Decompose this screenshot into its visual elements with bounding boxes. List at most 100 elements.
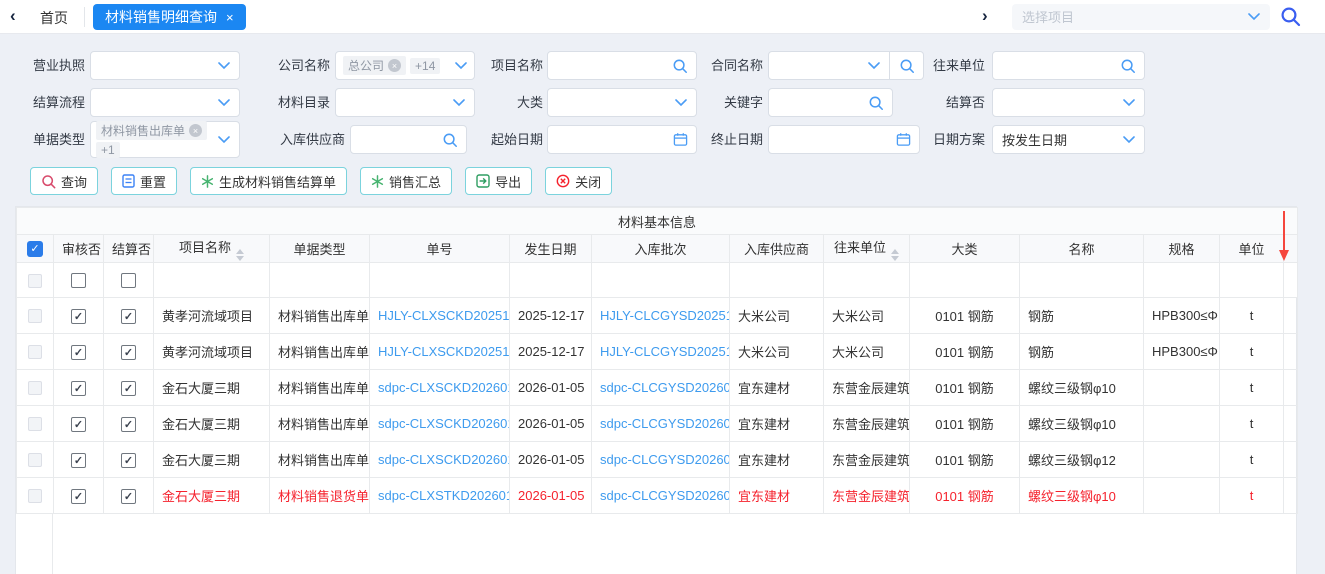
audited-checkbox[interactable]: ✓ [71,488,86,504]
audited-checkbox[interactable]: ✓ [71,344,86,360]
end-date-input[interactable] [768,125,920,154]
date-scheme-select[interactable]: 按发生日期 [992,125,1145,154]
cell-supplier: 宜东建材 [729,441,824,478]
tab-material-sales-query[interactable]: 材料销售明细查询 × [93,4,246,30]
select-all-checkbox[interactable]: ✓ [27,240,43,257]
close-button[interactable]: 关闭 [545,167,613,195]
export-label: 导出 [495,174,522,190]
row-checkbox[interactable] [28,381,42,396]
batch-link[interactable]: sdpc-CLCGYSD202601 [600,380,729,395]
search-icon[interactable] [1280,6,1301,30]
cell-project: 金石大厦三期 [153,405,270,442]
inbound-supplier-input[interactable] [350,125,467,154]
cell-unit: t [1219,441,1284,478]
project-select[interactable] [1012,4,1270,30]
audited-checkbox[interactable]: ✓ [71,380,86,396]
export-button[interactable]: 导出 [465,167,533,195]
generate-settlement-button[interactable]: 生成材料销售结算单 [190,167,348,195]
asterisk-icon [201,174,214,188]
company-name-multiselect[interactable]: 总公司 × +14 [335,51,475,80]
date-scheme-label: 日期方案 [932,132,985,147]
business-license-select[interactable] [90,51,240,80]
col-counterparty[interactable]: 往来单位 [823,234,910,263]
row-checkbox[interactable] [28,417,42,432]
audited-filter-checkbox[interactable] [71,273,86,289]
material-catalog-select[interactable] [335,88,475,117]
doc-no-link[interactable]: sdpc-CLXSCKD202601 [378,380,509,395]
search-icon[interactable] [868,95,884,111]
settled-checkbox[interactable]: ✓ [121,488,136,504]
sales-summary-button[interactable]: 销售汇总 [360,167,453,195]
cell-unit: t [1219,477,1284,514]
project-name-input[interactable] [547,51,697,80]
counterparty-field[interactable] [1001,58,1120,73]
doc-no-link[interactable]: sdpc-CLXSCKD202601 [378,416,509,431]
tab-home[interactable]: 首页 [40,8,68,28]
check-icon: ✓ [73,346,84,359]
settled-checkbox[interactable]: ✓ [121,308,136,324]
row-checkbox[interactable] [28,453,42,468]
cell-project: 黄孝河流域项目 [153,333,270,370]
sort-icon[interactable] [891,248,899,261]
settled-checkbox[interactable]: ✓ [121,344,136,360]
cell-date: 2025-12-17 [509,297,592,334]
reset-button[interactable]: 重置 [111,167,178,195]
cell-category: 0101 钢筋 [909,297,1020,334]
forward-chevron-icon[interactable]: › [982,6,988,26]
audited-checkbox[interactable]: ✓ [71,308,86,324]
scroll-indicator-arrow-icon [1279,211,1289,261]
sort-icon[interactable] [236,248,244,261]
keyword-field[interactable] [777,95,868,110]
back-chevron-icon[interactable]: ‹ [10,6,16,26]
col-project[interactable]: 项目名称 [153,234,270,263]
check-icon: ✓ [123,490,134,503]
row-checkbox[interactable] [28,309,42,324]
major-category-select[interactable] [547,88,697,117]
settlement-flow-select[interactable] [90,88,240,117]
cell-date: 2026-01-05 [509,405,592,442]
row-checkbox[interactable] [28,345,42,360]
settled-checkbox[interactable]: ✓ [121,416,136,432]
audited-checkbox[interactable]: ✓ [71,416,86,432]
doc-no-link[interactable]: sdpc-CLXSTKD202601 [378,488,509,503]
audited-checkbox[interactable]: ✓ [71,452,86,468]
query-button[interactable]: 查询 [30,167,99,195]
batch-link[interactable]: HJLY-CLCGYSD202512 [600,308,729,323]
col-supplier: 入库供应商 [729,234,824,263]
settled-select[interactable] [992,88,1145,117]
counterparty-input[interactable] [992,51,1145,80]
inbound-supplier-field[interactable] [359,132,442,147]
row-checkbox[interactable] [28,489,42,504]
doc-no-link[interactable]: HJLY-CLXSCKD202512 [378,344,509,359]
keyword-input[interactable] [768,88,893,117]
end-date-field[interactable] [777,132,896,147]
batch-link[interactable]: HJLY-CLCGYSD202512 [600,344,729,359]
project-name-field[interactable] [556,58,672,73]
settled-filter-checkbox[interactable] [121,273,136,289]
cell-date: 2025-12-17 [509,333,592,370]
tab-close-icon[interactable]: × [226,10,234,25]
settled-checkbox[interactable]: ✓ [121,452,136,468]
doc-type-label: 单据类型 [32,132,85,147]
doc-no-link[interactable]: sdpc-CLXSCKD202601 [378,452,509,467]
batch-link[interactable]: sdpc-CLCGYSD202601 [600,452,729,467]
search-icon[interactable] [442,132,458,148]
check-icon: ✓ [73,454,84,467]
start-date-field[interactable] [556,132,673,147]
start-date-input[interactable] [547,125,697,154]
row-checkbox[interactable] [28,273,42,288]
col-date: 发生日期 [509,234,592,263]
check-icon: ✓ [73,418,84,431]
batch-link[interactable]: sdpc-CLCGYSD202601 [600,488,729,503]
search-icon[interactable] [1120,58,1136,74]
settled-checkbox[interactable]: ✓ [121,380,136,396]
tag-remove-icon[interactable]: × [189,124,203,137]
doc-no-link[interactable]: HJLY-CLXSCKD202512 [378,308,509,323]
cell-name: 螺纹三级钢φ12 [1019,441,1144,478]
tag-remove-icon[interactable]: × [388,59,402,72]
project-select-input[interactable] [1022,9,1248,25]
cell-counterparty: 大米公司 [823,297,910,334]
doc-type-multiselect[interactable]: 材料销售出库单 × +1 [90,121,240,158]
contract-name-select[interactable] [768,51,890,80]
batch-link[interactable]: sdpc-CLCGYSD202601 [600,416,729,431]
